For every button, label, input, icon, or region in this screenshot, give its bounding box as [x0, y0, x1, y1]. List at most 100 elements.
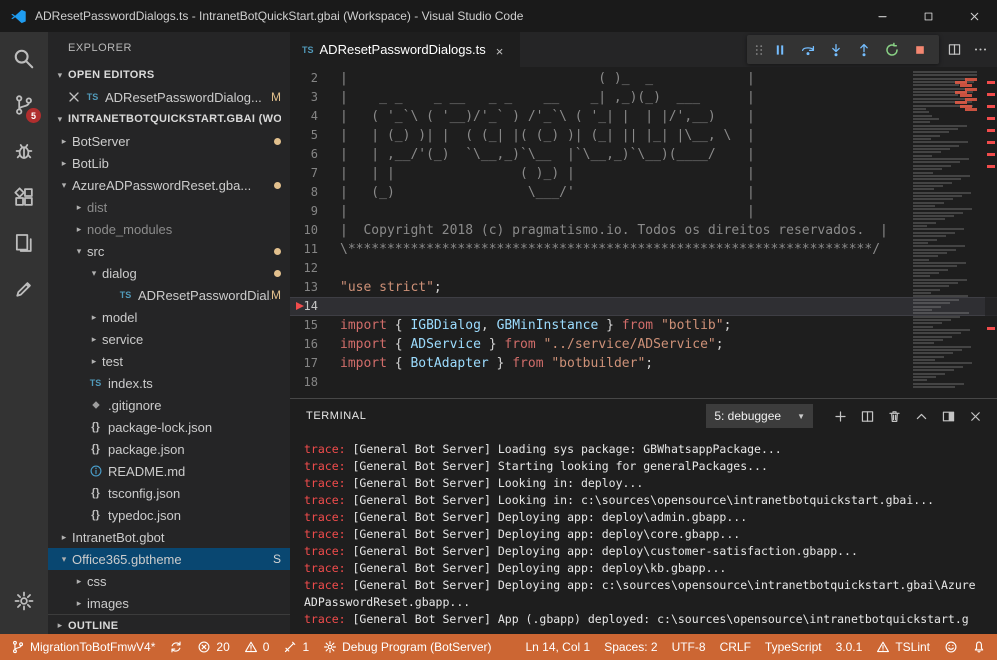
status-sync[interactable] [162, 634, 190, 660]
tree-item-botlib[interactable]: ▸BotLib [48, 152, 290, 174]
tree-item-botserver[interactable]: ▸BotServer [48, 130, 290, 152]
close-button[interactable] [951, 0, 997, 32]
restart-button[interactable] [878, 36, 906, 64]
code-line-2[interactable]: 2| ( )_ _ | [290, 69, 997, 88]
tab-terminal[interactable]: TERMINAL [306, 410, 366, 422]
ruler-error-mark [987, 129, 995, 132]
code-line-17[interactable]: 17import { BotAdapter } from "botbuilder… [290, 354, 997, 373]
more-actions-button[interactable] [967, 37, 993, 63]
step-over-button[interactable] [794, 36, 822, 64]
status-errors[interactable]: 20 [190, 634, 236, 660]
minimap[interactable] [911, 67, 983, 398]
drag-handle-icon[interactable] [752, 36, 766, 64]
code-line-11[interactable]: 11\*************************************… [290, 240, 997, 259]
code-line-13[interactable]: 13"use strict"; [290, 278, 997, 297]
split-terminal-button[interactable] [855, 404, 879, 428]
status-debug-status[interactable]: Debug Program (BotServer) [316, 634, 498, 660]
tree-item-readme-md[interactable]: README.md [48, 460, 290, 482]
tree-item-test[interactable]: ▸test [48, 350, 290, 372]
tree-item-css[interactable]: ▸css [48, 570, 290, 592]
code-line-5[interactable]: 5| | (_) )| | ( (_| |( (_) )| (_| || |_|… [290, 126, 997, 145]
kill-terminal-button[interactable] [882, 404, 906, 428]
tree-item-package-json[interactable]: {}package.json [48, 438, 290, 460]
status-tasks[interactable]: 1 [276, 634, 316, 660]
tree-item-package-lock-json[interactable]: {}package-lock.json [48, 416, 290, 438]
step-out-button[interactable] [850, 36, 878, 64]
minimap-line [913, 379, 927, 381]
tree-item-dist[interactable]: ▸dist [48, 196, 290, 218]
code-line-16[interactable]: 16import { ADService } from "../service/… [290, 335, 997, 354]
tab-adresetpassworddialogs[interactable]: TS ADResetPasswordDialogs.ts × [290, 32, 520, 67]
activity-search[interactable] [0, 36, 48, 82]
json-file-icon: {} [87, 441, 104, 457]
code-line-10[interactable]: 10| Copyright 2018 (c) pragmatismo.io. T… [290, 221, 997, 240]
tree-item-typedoc-json[interactable]: {}typedoc.json [48, 504, 290, 526]
status-indentation[interactable]: Spaces: 2 [597, 634, 664, 660]
code-line-15[interactable]: 15import { IGBDialog, GBMinInstance } fr… [290, 316, 997, 335]
tree-item-model[interactable]: ▸model [48, 306, 290, 328]
step-into-button[interactable] [822, 36, 850, 64]
status-ts-version[interactable]: 3.0.1 [829, 634, 870, 660]
code-line-7[interactable]: 7| | | ( )_) | | [290, 164, 997, 183]
tree-item-adresetpassworddial[interactable]: TSADResetPasswordDial...M [48, 284, 290, 306]
tree-item-node-modules[interactable]: ▸node_modules [48, 218, 290, 240]
status-tslint[interactable]: TSLint [869, 634, 937, 660]
activity-settings-gear[interactable] [0, 578, 48, 624]
status-cursor-position[interactable]: Ln 14, Col 1 [518, 634, 597, 660]
code-line-12[interactable]: 12 [290, 259, 997, 278]
overview-ruler[interactable] [985, 67, 997, 398]
status-warnings[interactable]: 0 [237, 634, 277, 660]
status-label: 3.0.1 [836, 640, 863, 654]
section-open-editors[interactable]: ▾OPEN EDITORS [48, 64, 290, 86]
activity-debug[interactable] [0, 128, 48, 174]
minimize-button[interactable] [859, 0, 905, 32]
diamond-icon [89, 398, 103, 412]
tree-item-adresetpassworddialog[interactable]: TSADResetPasswordDialog...M [48, 86, 290, 108]
code-line-4[interactable]: 4| ( '_`\ ( '__)/'_` ) /'_`\ ( '_| | | |… [290, 107, 997, 126]
tree-item-dialog[interactable]: ▾dialog [48, 262, 290, 284]
tree-item-tsconfig-json[interactable]: {}tsconfig.json [48, 482, 290, 504]
tree-item-images[interactable]: ▸images [48, 592, 290, 614]
status-language-mode[interactable]: TypeScript [758, 634, 829, 660]
status-feedback[interactable] [937, 634, 965, 660]
code-editor[interactable]: 2| ( )_ _ |3| _ _ _ __ _ _ __ _| ,_)(_) … [290, 67, 997, 398]
code-line-6[interactable]: 6| | ,__/'(_) `\__,_)`\__ |`\__,_)`\__)(… [290, 145, 997, 164]
code-line-14[interactable]: 14 [290, 297, 997, 316]
activity-edit[interactable] [0, 266, 48, 312]
tree-item-gitignore[interactable]: .gitignore [48, 394, 290, 416]
activity-bar: 5 [0, 32, 48, 634]
code-line-3[interactable]: 3| _ _ _ __ _ _ __ _| ,_)(_) ___ | [290, 88, 997, 107]
status-eol[interactable]: CRLF [713, 634, 758, 660]
stop-button[interactable] [906, 36, 934, 64]
tab-close-icon[interactable]: × [496, 44, 508, 56]
terminal-select[interactable]: 5: debuggee ▼ [706, 404, 813, 428]
status-git-branch[interactable]: MigrationToBotFmwV4* [4, 634, 162, 660]
activity-files[interactable] [0, 220, 48, 266]
maximize-panel-button[interactable] [909, 404, 933, 428]
panel-position-button[interactable] [936, 404, 960, 428]
activity-extensions[interactable] [0, 174, 48, 220]
plus-icon [833, 409, 848, 424]
chevron-right-icon: ▸ [86, 334, 102, 345]
code-line-18[interactable]: 18 [290, 373, 997, 392]
close-icon[interactable] [66, 89, 82, 105]
close-panel-button[interactable] [963, 404, 987, 428]
terminal-output[interactable]: trace: [General Bot Server] Loading sys … [290, 433, 997, 634]
tree-item-src[interactable]: ▾src [48, 240, 290, 262]
status-encoding[interactable]: UTF-8 [665, 634, 713, 660]
section-intranetbotquickstart-gbai-wo[interactable]: ▾INTRANETBOTQUICKSTART.GBAI (WO... [48, 108, 290, 130]
new-terminal-button[interactable] [828, 404, 852, 428]
code-line-8[interactable]: 8| (_) \___/' | [290, 183, 997, 202]
section-outline[interactable]: ▸OUTLINE [48, 614, 290, 634]
maximize-button[interactable] [905, 0, 951, 32]
tree-item-intranetbot-gbot[interactable]: ▸IntranetBot.gbot [48, 526, 290, 548]
split-editor-button[interactable] [941, 37, 967, 63]
tree-item-office365-gbtheme[interactable]: ▾Office365.gbthemeS [48, 548, 290, 570]
pause-button[interactable] [766, 36, 794, 64]
activity-source-control[interactable]: 5 [0, 82, 48, 128]
tree-item-service[interactable]: ▸service [48, 328, 290, 350]
status-notifications[interactable] [965, 634, 993, 660]
tree-item-azureadpasswordreset-gba[interactable]: ▾AzureADPasswordReset.gba... [48, 174, 290, 196]
tree-item-index-ts[interactable]: TSindex.ts [48, 372, 290, 394]
code-line-9[interactable]: 9| | [290, 202, 997, 221]
